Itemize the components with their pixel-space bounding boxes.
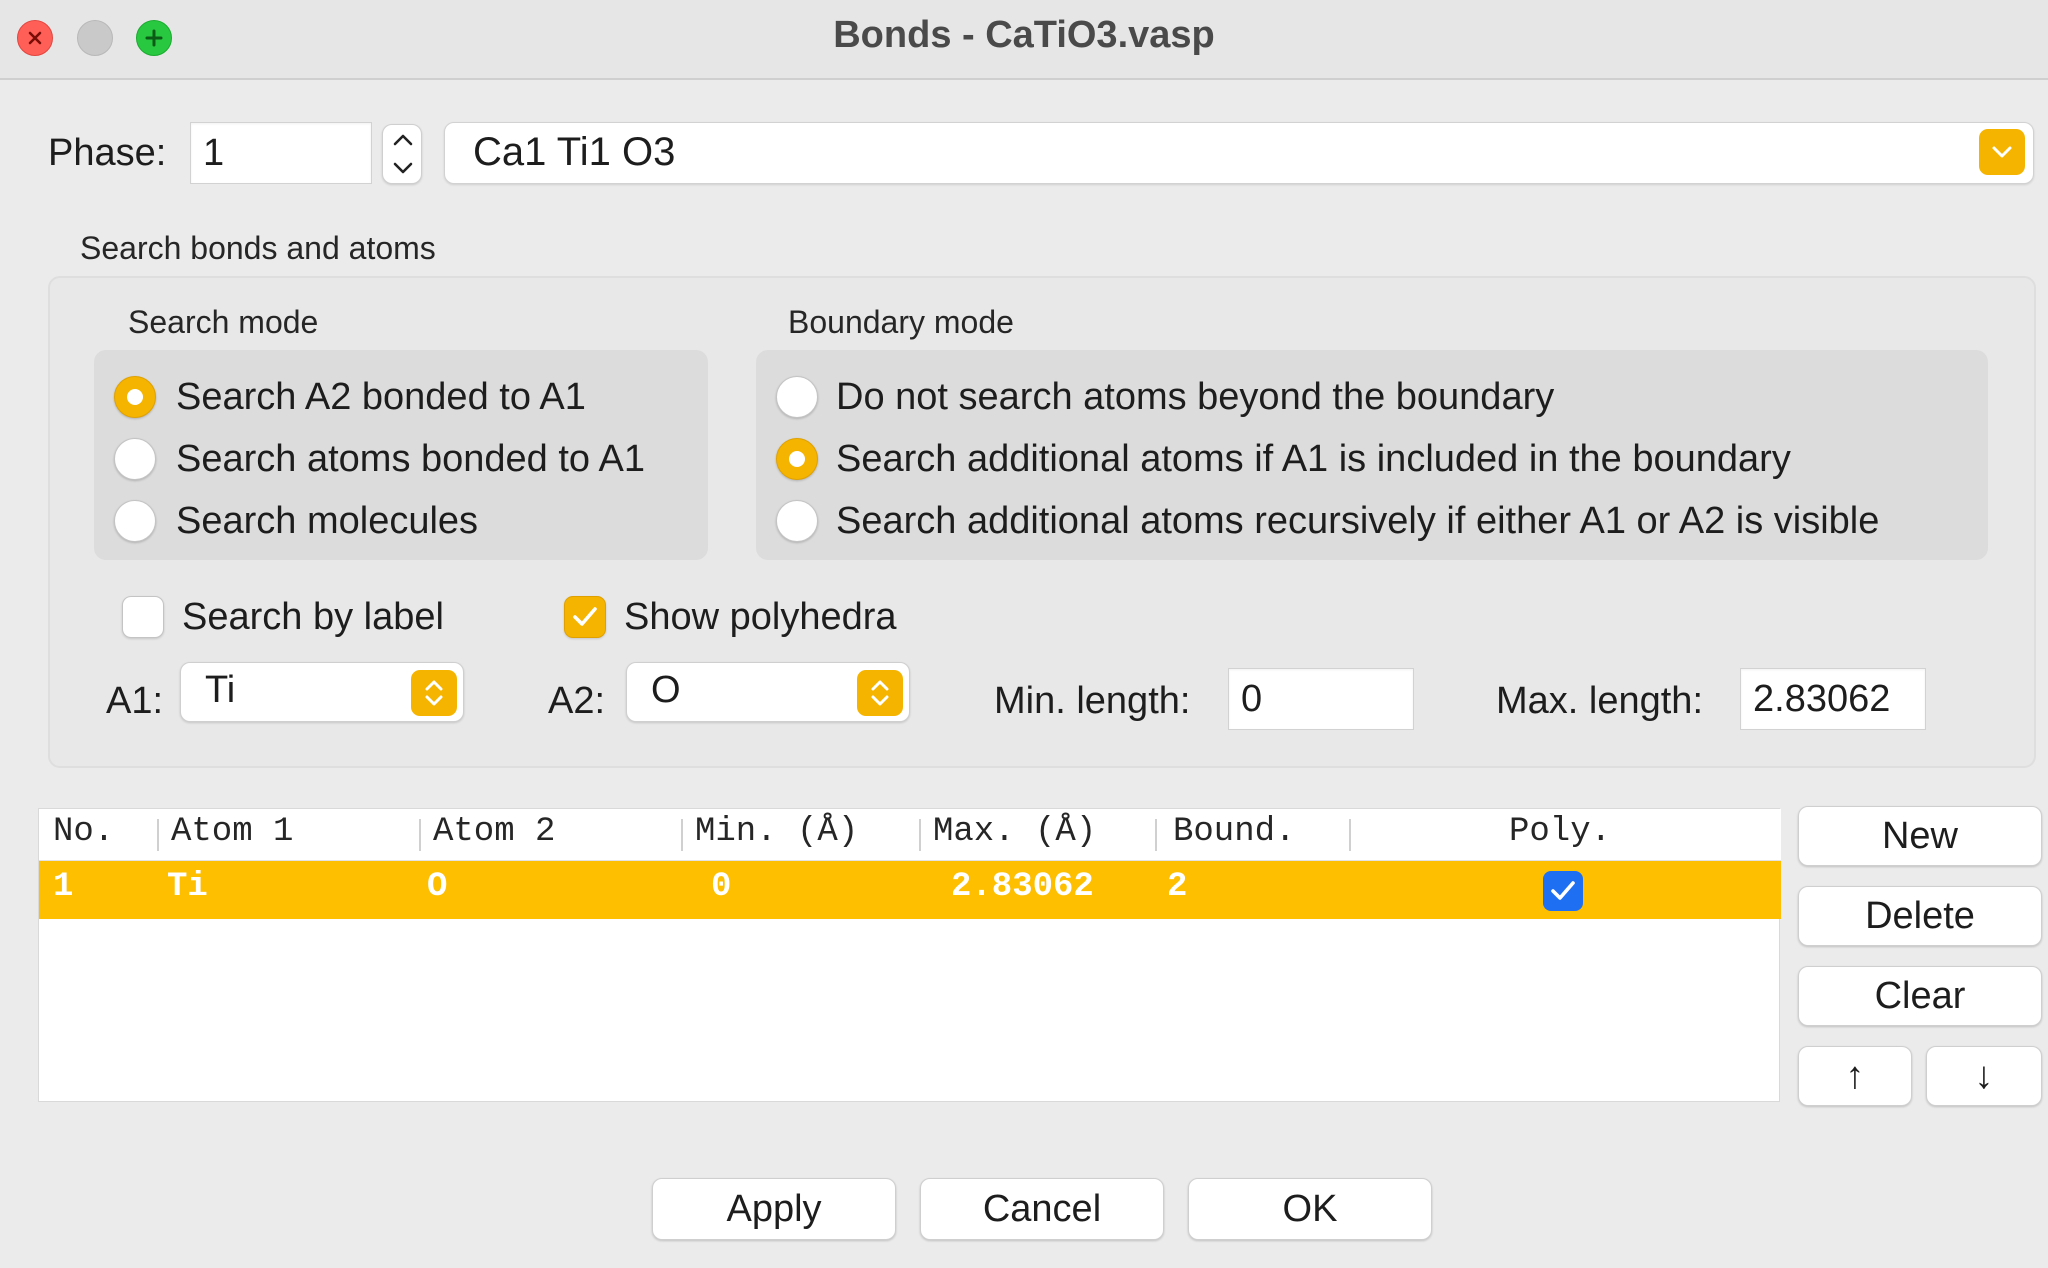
a2-select[interactable]: O [626, 662, 910, 722]
a1-label: A1: [106, 680, 164, 722]
column-header-atom2[interactable]: Atom 2 [433, 813, 555, 851]
checkmark-icon [1551, 881, 1575, 900]
radio-search-recursively[interactable] [776, 500, 818, 542]
cell-atom1: Ti [167, 868, 208, 906]
boundary-mode-title: Boundary mode [788, 304, 1014, 340]
column-header-max[interactable]: Max. (Å) [933, 813, 1096, 851]
phase-input[interactable]: 1 [190, 122, 372, 184]
clear-button[interactable]: Clear [1798, 966, 2042, 1026]
cell-atom2: O [427, 868, 448, 906]
cell-min: 0 [711, 868, 732, 906]
checkmark-icon [573, 607, 597, 626]
max-length-label: Max. length: [1496, 680, 1703, 722]
cell-no: 1 [53, 868, 74, 906]
arrow-up-icon: ↑ [1845, 1054, 1865, 1097]
boundary-mode-option-1[interactable]: Do not search atoms beyond the boundary [836, 376, 1554, 419]
updown-chevron-icon [857, 670, 903, 716]
search-mode-option-2[interactable]: Search atoms bonded to A1 [176, 438, 645, 481]
bonds-dialog: Bonds - CaTiO3.vasp Phase: 1 Ca1 Ti1 O3 … [0, 0, 2048, 1268]
a1-value: Ti [205, 669, 236, 711]
column-separator[interactable] [157, 819, 159, 851]
radio-no-search-beyond-boundary[interactable] [776, 376, 818, 418]
cancel-button[interactable]: Cancel [920, 1178, 1164, 1240]
boundary-mode-option-3[interactable]: Search additional atoms recursively if e… [836, 500, 1879, 543]
arrow-down-icon: ↓ [1974, 1054, 1994, 1097]
search-mode-option-3[interactable]: Search molecules [176, 500, 478, 543]
column-separator[interactable] [1155, 819, 1157, 851]
cell-max: 2.83062 [951, 868, 1094, 906]
column-separator[interactable] [919, 819, 921, 851]
search-by-label-text[interactable]: Search by label [182, 596, 444, 639]
a2-value: O [651, 669, 681, 711]
updown-chevron-icon [411, 670, 457, 716]
apply-button[interactable]: Apply [652, 1178, 896, 1240]
search-group-title: Search bonds and atoms [80, 230, 436, 266]
table-header: No. Atom 1 Atom 2 Min. (Å) Max. (Å) Boun… [39, 809, 1781, 861]
column-separator[interactable] [1349, 819, 1351, 851]
column-separator[interactable] [419, 819, 421, 851]
move-up-button[interactable]: ↑ [1798, 1046, 1912, 1106]
column-header-bound[interactable]: Bound. [1173, 813, 1295, 851]
chevron-down-icon[interactable] [391, 159, 415, 177]
column-separator[interactable] [681, 819, 683, 851]
bonds-table[interactable]: No. Atom 1 Atom 2 Min. (Å) Max. (Å) Boun… [38, 808, 1781, 1102]
search-mode-option-1[interactable]: Search A2 bonded to A1 [176, 376, 586, 419]
min-length-label: Min. length: [994, 680, 1191, 722]
window-title: Bonds - CaTiO3.vasp [833, 14, 1215, 56]
max-length-value: 2.83062 [1753, 677, 1891, 720]
radio-search-atoms-bonded-to-a1[interactable] [114, 438, 156, 480]
move-down-button[interactable]: ↓ [1926, 1046, 2042, 1106]
show-polyhedra-text[interactable]: Show polyhedra [624, 596, 897, 639]
phase-composition-value: Ca1 Ti1 O3 [473, 130, 676, 174]
cell-bound: 2 [1167, 868, 1188, 906]
max-length-input[interactable]: 2.83062 [1740, 668, 1926, 730]
column-header-no[interactable]: No. [53, 813, 114, 851]
radio-search-if-a1-included[interactable] [776, 438, 818, 480]
min-length-value: 0 [1241, 677, 1263, 720]
min-length-input[interactable]: 0 [1228, 668, 1414, 730]
delete-button[interactable]: Delete [1798, 886, 2042, 946]
a2-label: A2: [548, 680, 606, 722]
phase-label: Phase: [48, 132, 167, 174]
new-button[interactable]: New [1798, 806, 2042, 866]
a1-select[interactable]: Ti [180, 662, 464, 722]
radio-search-a2-bonded-to-a1[interactable] [114, 376, 156, 418]
poly-cell-checkbox[interactable] [1543, 871, 1583, 911]
search-by-label-checkbox[interactable] [122, 596, 164, 638]
dropdown-arrow-icon[interactable] [1979, 129, 2025, 175]
boundary-mode-option-2[interactable]: Search additional atoms if A1 is include… [836, 438, 1791, 481]
column-header-min[interactable]: Min. (Å) [695, 813, 858, 851]
phase-value: 1 [203, 131, 225, 174]
search-mode-title: Search mode [128, 304, 319, 340]
column-header-poly[interactable]: Poly. [1509, 813, 1611, 851]
phase-composition-select[interactable]: Ca1 Ti1 O3 [444, 122, 2034, 184]
show-polyhedra-checkbox[interactable] [564, 596, 606, 638]
radio-search-molecules[interactable] [114, 500, 156, 542]
phase-stepper[interactable] [382, 124, 422, 184]
column-header-atom1[interactable]: Atom 1 [171, 813, 293, 851]
ok-button[interactable]: OK [1188, 1178, 1432, 1240]
table-row[interactable]: 1 Ti O 0 2.83062 2 [39, 861, 1781, 919]
title-bar: Bonds - CaTiO3.vasp [0, 0, 2048, 80]
chevron-up-icon[interactable] [391, 131, 415, 149]
